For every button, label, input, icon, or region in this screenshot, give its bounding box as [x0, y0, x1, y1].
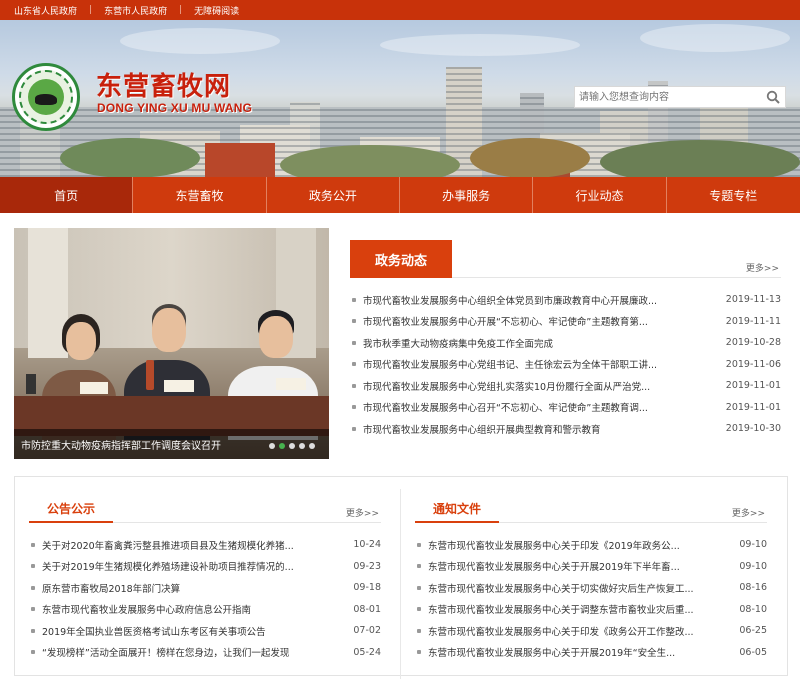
column-divider — [400, 489, 401, 679]
bullet-icon — [352, 340, 356, 345]
list-item[interactable]: 东营市现代畜牧业发展服务中心关于印发《政务公开工作整改... 06-25 — [415, 620, 767, 642]
notice-more-link[interactable]: 更多>> — [346, 506, 379, 519]
link-accessible-reading[interactable]: 无障碍阅读 — [194, 4, 239, 17]
list-item[interactable]: 市现代畜牧业发展服务中心召开“不忘初心、牢记使命”主题教育调... 2019-11… — [350, 397, 781, 419]
bullet-icon — [31, 585, 35, 590]
list-item[interactable]: “发现榜样”活动全面展开！榜样在您身边，让我们一起发现 05-24 — [29, 642, 381, 664]
name-card — [80, 382, 108, 394]
list-item[interactable]: 关于对2020年畜禽粪污整县推进项目县及生猪规模化养猪... 10-24 — [29, 534, 381, 556]
list-item[interactable]: 东营市现代畜牧业发展服务中心关于开展2019年“安全生... 06-05 — [415, 642, 767, 664]
bullet-icon — [31, 564, 35, 569]
bullet-icon — [352, 405, 356, 410]
nav-item-dongying-xumu[interactable]: 东营畜牧 — [133, 177, 267, 213]
news-list: 市现代畜牧业发展服务中心组织全体党员到市廉政教育中心开展廉政... 2019-11… — [350, 289, 781, 440]
docs-section: 通知文件 更多>> 东营市现代畜牧业发展服务中心关于印发《2019年政务公...… — [415, 495, 767, 663]
bullet-icon — [417, 585, 421, 590]
top-bar: 山东省人民政府 | 东营市人民政府 | 无障碍阅读 — [0, 0, 800, 20]
list-item[interactable]: 市现代畜牧业发展服务中心党组书记、主任徐宏云为全体干部职工讲... 2019-11… — [350, 354, 781, 376]
bullet-icon — [31, 607, 35, 612]
bullet-icon — [352, 362, 356, 367]
site-logo-seal[interactable] — [12, 63, 80, 131]
list-item[interactable]: 东营市现代畜牧业发展服务中心关于印发《2019年政务公... 09-10 — [415, 534, 767, 556]
news-section: 政务动态 更多>> 市现代畜牧业发展服务中心组织全体党员到市廉政教育中心开展廉政… — [350, 240, 781, 440]
link-dongying-gov[interactable]: 东营市人民政府 — [104, 4, 167, 17]
tree-cluster — [470, 138, 590, 177]
bullet-icon — [31, 542, 35, 547]
search-button[interactable] — [761, 87, 785, 107]
news-slider[interactable]: 市防控重大动物疫病指挥部工作调度会议召开 — [14, 228, 329, 459]
list-item[interactable]: 东营市现代畜牧业发展服务中心关于开展2019年下半年畜... 09-10 — [415, 556, 767, 578]
nav-item-special-topics[interactable]: 专题专栏 — [667, 177, 800, 213]
slider-dot[interactable] — [289, 443, 295, 449]
notice-section-title[interactable]: 公告公示 — [29, 495, 113, 523]
list-item[interactable]: 东营市现代畜牧业发展服务中心关于调整东营市畜牧业灾后重... 08-10 — [415, 599, 767, 621]
docs-more-link[interactable]: 更多>> — [732, 506, 765, 519]
bullet-icon — [352, 383, 356, 388]
list-item[interactable]: 市现代畜牧业发展服务中心组织全体党员到市廉政教育中心开展廉政... 2019-11… — [350, 289, 781, 311]
search-box — [574, 86, 786, 108]
search-input[interactable] — [575, 87, 761, 107]
bullet-icon — [352, 319, 356, 324]
site-title[interactable]: 东营畜牧网 — [96, 66, 231, 103]
name-card — [164, 380, 194, 392]
cloud — [120, 28, 280, 54]
nav-item-gov-affairs[interactable]: 政务公开 — [267, 177, 400, 213]
bullet-icon — [352, 297, 356, 302]
nav-item-industry-news[interactable]: 行业动态 — [533, 177, 667, 213]
cloud — [640, 24, 790, 52]
bullet-icon — [417, 607, 421, 612]
list-item[interactable]: 关于对2019年生猪规模化养殖场建设补助项目推荐情况的... 09-23 — [29, 556, 381, 578]
slider-dot[interactable] — [309, 443, 315, 449]
list-item[interactable]: 东营市现代畜牧业发展服务中心政府信息公开指南 08-01 — [29, 599, 381, 621]
nav-item-home[interactable]: 首页 — [0, 177, 134, 213]
header-banner: 东营畜牧网 DONG YING XU MU WANG — [0, 20, 800, 177]
search-icon — [766, 90, 780, 104]
site-subtitle: DONG YING XU MU WANG — [97, 101, 253, 115]
list-item[interactable]: 我市秋季重大动物疫病集中免疫工作全面完成 2019-10-28 — [350, 332, 781, 354]
name-card — [276, 378, 306, 390]
bullet-icon — [417, 542, 421, 547]
tree-cluster — [60, 138, 200, 177]
list-item[interactable]: 2019年全国执业兽医资格考试山东考区有关事项公告 07-02 — [29, 620, 381, 642]
announcements-box: 公告公示 更多>> 关于对2020年畜禽粪污整县推进项目县及生猪规模化养猪...… — [14, 476, 788, 679]
notice-section: 公告公示 更多>> 关于对2020年畜禽粪污整县推进项目县及生猪规模化养猪...… — [29, 495, 381, 663]
red-roof-building — [205, 143, 275, 177]
bullet-icon — [417, 650, 421, 655]
separator: | — [179, 5, 183, 15]
list-item[interactable]: 市现代畜牧业发展服务中心开展“不忘初心、牢记使命”主题教育第... 2019-11… — [350, 311, 781, 333]
docs-list: 东营市现代畜牧业发展服务中心关于印发《2019年政务公... 09-10 东营市现… — [415, 534, 767, 663]
nav-item-services[interactable]: 办事服务 — [400, 177, 534, 213]
slider-dot-active[interactable] — [279, 443, 285, 449]
bullet-icon — [31, 650, 35, 655]
slider-dot[interactable] — [299, 443, 305, 449]
news-section-title[interactable]: 政务动态 — [350, 240, 452, 278]
docs-section-title[interactable]: 通知文件 — [415, 495, 499, 523]
list-item[interactable]: 东营市现代畜牧业发展服务中心关于切实做好灾后生产恢复工... 08-16 — [415, 577, 767, 599]
bullet-icon — [31, 628, 35, 633]
bullet-icon — [352, 426, 356, 431]
bottle — [146, 360, 154, 390]
notice-list: 关于对2020年畜禽粪污整县推进项目县及生猪规模化养猪... 10-24 关于对2… — [29, 534, 381, 663]
slider-dot[interactable] — [269, 443, 275, 449]
tree-cluster — [600, 140, 800, 177]
cloud — [380, 34, 580, 56]
news-more-link[interactable]: 更多>> — [746, 261, 779, 274]
list-item[interactable]: 市现代畜牧业发展服务中心组织开展典型教育和警示教育 2019-10-30 — [350, 418, 781, 440]
tree-cluster — [280, 145, 460, 177]
separator: | — [89, 5, 93, 15]
bullet-icon — [417, 628, 421, 633]
bullet-icon — [417, 564, 421, 569]
main-nav: 首页 东营畜牧 政务公开 办事服务 行业动态 专题专栏 — [0, 177, 800, 213]
link-shandong-gov[interactable]: 山东省人民政府 — [14, 4, 77, 17]
slider-dots — [269, 443, 315, 449]
list-item[interactable]: 原东营市畜牧局2018年部门决算 09-18 — [29, 577, 381, 599]
cup — [26, 374, 36, 394]
list-item[interactable]: 市现代畜牧业发展服务中心党组扎实落实10月份履行全面从严治党... 2019-11… — [350, 375, 781, 397]
